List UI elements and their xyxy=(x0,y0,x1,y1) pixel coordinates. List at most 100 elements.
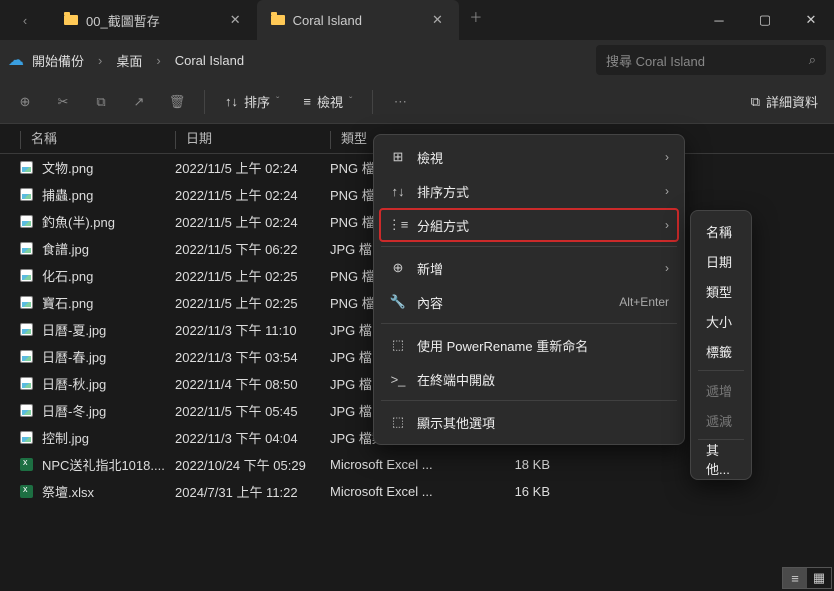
submenu-item[interactable]: 類型 xyxy=(696,276,746,306)
chevron-down-icon: ˇ xyxy=(276,96,279,107)
title-bar: ‹ 00_截圖暫存 ✕ Coral Island ✕ ＋ ─ ▢ ✕ xyxy=(0,0,834,40)
search-input[interactable]: 搜尋 Coral Island ⌕ xyxy=(596,45,826,75)
close-window-button[interactable]: ✕ xyxy=(788,0,834,40)
submenu-item[interactable]: 大小 xyxy=(696,306,746,336)
chevron-right-icon: › xyxy=(665,150,669,164)
back-button[interactable]: ‹ xyxy=(8,4,42,36)
submenu-item[interactable]: 日期 xyxy=(696,246,746,276)
copy-button[interactable]: ⧉ xyxy=(84,86,118,118)
image-icon xyxy=(20,161,33,174)
image-icon xyxy=(20,323,33,336)
file-name: NPC送礼指北1018.... xyxy=(42,455,175,474)
breadcrumb-item[interactable]: Coral Island xyxy=(171,53,248,68)
image-icon xyxy=(20,404,33,417)
new-button[interactable]: ⊕ xyxy=(8,86,42,118)
sort-icon: ↑↓ xyxy=(225,94,238,109)
submenu-more[interactable]: 其他... xyxy=(696,444,746,474)
file-date: 2022/11/5 上午 02:24 xyxy=(175,212,330,231)
col-name[interactable]: 名稱 xyxy=(20,128,175,149)
submenu-item[interactable]: 名稱 xyxy=(696,216,746,246)
backup-link[interactable]: 開始備份 xyxy=(28,51,88,70)
menu-item-內容[interactable]: 🔧 內容 Alt+Enter xyxy=(379,285,679,319)
file-date: 2022/11/3 下午 03:54 xyxy=(175,347,330,366)
file-date: 2022/11/5 上午 02:24 xyxy=(175,158,330,177)
thumbnails-view-button[interactable]: ▦ xyxy=(807,568,831,588)
file-date: 2022/11/5 下午 05:45 xyxy=(175,401,330,420)
file-name: 釣魚(半).png xyxy=(42,212,175,231)
file-name: 捕蟲.png xyxy=(42,185,175,204)
tab-active[interactable]: Coral Island ✕ xyxy=(257,0,459,40)
cut-button[interactable]: ✂ xyxy=(46,86,80,118)
file-name: 日曆-冬.jpg xyxy=(42,401,175,420)
file-date: 2024/7/31 上午 11:22 xyxy=(175,482,330,501)
chevron-right-icon: › xyxy=(665,184,669,198)
term-icon: >_ xyxy=(389,372,407,387)
menu-item-檢視[interactable]: ⊞檢視› xyxy=(379,140,679,174)
folder-icon xyxy=(64,15,78,25)
menu-item-分組方式[interactable]: ⋮≡ 分組方式 › xyxy=(379,208,679,242)
image-icon xyxy=(20,242,33,255)
menu-item-使用 PowerRename 重新命名[interactable]: ⬚使用 PowerRename 重新命名 xyxy=(379,328,679,362)
maximize-button[interactable]: ▢ xyxy=(742,0,788,40)
menu-label: 分組方式 xyxy=(417,216,655,235)
delete-button[interactable]: 🗑 xyxy=(160,86,194,118)
sort-icon: ↑↓ xyxy=(389,184,407,199)
file-name: 食譜.jpg xyxy=(42,239,175,258)
menu-item-顯示其他選項[interactable]: ⬚ 顯示其他選項 xyxy=(379,405,679,439)
share-button[interactable]: ↗ xyxy=(122,86,156,118)
prop-icon: 🔧 xyxy=(389,294,407,310)
plus-icon: ⊕ xyxy=(389,260,407,276)
minimize-button[interactable]: ─ xyxy=(696,0,742,40)
submenu-item-disabled: 遞減 xyxy=(696,405,746,435)
file-date: 2022/11/4 下午 08:50 xyxy=(175,374,330,393)
file-type: Microsoft Excel ... xyxy=(330,484,460,499)
file-size: 18 KB xyxy=(460,457,550,472)
view-button[interactable]: ≡ 檢視 ˇ xyxy=(293,86,362,118)
file-row[interactable]: 祭壇.xlsx2024/7/31 上午 11:22Microsoft Excel… xyxy=(0,478,834,505)
menu-label: 顯示其他選項 xyxy=(417,413,669,432)
group-icon: ⋮≡ xyxy=(389,217,407,233)
address-bar: ☁ 開始備份 › 桌面 › Coral Island 搜尋 Coral Isla… xyxy=(0,40,834,80)
chevron-right-icon: › xyxy=(665,218,669,232)
col-date[interactable]: 日期 xyxy=(175,128,330,149)
file-type: Microsoft Excel ... xyxy=(330,457,460,472)
tab-label: Coral Island xyxy=(293,13,362,28)
file-name: 寶石.png xyxy=(42,293,175,312)
menu-label: 檢視 xyxy=(417,148,655,167)
details-view-button[interactable]: ≡ xyxy=(783,568,807,588)
menu-item-在終端中開啟[interactable]: >_ 在終端中開啟 xyxy=(379,362,679,396)
details-button[interactable]: ⧉ 詳細資料 xyxy=(743,92,826,111)
menu-item-排序方式[interactable]: ↑↓ 排序方式 › xyxy=(379,174,679,208)
more-icon: ⬚ xyxy=(389,414,407,430)
view-icon: ≡ xyxy=(303,94,311,109)
group-submenu: 名稱日期類型大小標籤遞增遞減其他... xyxy=(690,210,752,480)
shortcut: Alt+Enter xyxy=(619,295,669,309)
tab-label: 00_截圖暫存 xyxy=(86,11,160,30)
sort-button[interactable]: ↑↓ 排序 ˇ xyxy=(215,86,289,118)
folder-icon xyxy=(271,15,285,25)
menu-label: 使用 PowerRename 重新命名 xyxy=(417,336,669,355)
file-name: 日曆-春.jpg xyxy=(42,347,175,366)
menu-item-新增[interactable]: ⊕新增› xyxy=(379,251,679,285)
file-date: 2022/10/24 下午 05:29 xyxy=(175,455,330,474)
menu-label: 在終端中開啟 xyxy=(417,370,669,389)
tab-inactive[interactable]: 00_截圖暫存 ✕ xyxy=(50,0,257,40)
chevron-right-icon: › xyxy=(150,53,166,68)
excel-icon xyxy=(20,458,33,471)
close-icon[interactable]: ✕ xyxy=(228,10,243,30)
search-placeholder: 搜尋 Coral Island xyxy=(606,51,809,70)
file-date: 2022/11/3 下午 04:04 xyxy=(175,428,330,447)
breadcrumb-item[interactable]: 桌面 xyxy=(112,51,146,70)
more-button[interactable]: ⋯ xyxy=(383,86,417,118)
onedrive-icon[interactable]: ☁ xyxy=(8,50,24,70)
menu-label: 排序方式 xyxy=(417,182,655,201)
file-date: 2022/11/5 上午 02:25 xyxy=(175,293,330,312)
new-tab-button[interactable]: ＋ xyxy=(459,0,493,32)
file-date: 2022/11/5 下午 06:22 xyxy=(175,239,330,258)
submenu-item[interactable]: 標籤 xyxy=(696,336,746,366)
file-date: 2022/11/5 上午 02:24 xyxy=(175,185,330,204)
close-icon[interactable]: ✕ xyxy=(430,10,445,30)
image-icon xyxy=(20,269,33,282)
menu-label: 內容 xyxy=(417,293,609,312)
file-name: 文物.png xyxy=(42,158,175,177)
